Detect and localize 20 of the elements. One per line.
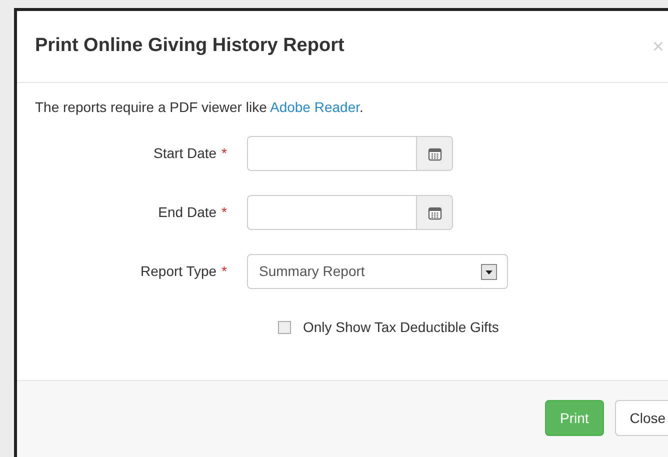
calendar-button[interactable] — [416, 137, 452, 170]
calendar-button[interactable] — [416, 196, 452, 229]
date-field[interactable] — [247, 136, 453, 171]
checkbox-label: Only Show Tax Deductible Gifts — [303, 318, 499, 337]
checkbox[interactable] — [278, 321, 291, 334]
adobe-reader-link[interactable]: Adobe Reader — [270, 99, 360, 115]
field-label: Report Type — [140, 262, 217, 281]
dialog-title: Print Online Giving History Report — [35, 34, 344, 58]
close-button[interactable]: Close — [614, 400, 668, 436]
field-label: End Date — [158, 203, 217, 222]
print-button[interactable]: Print — [545, 400, 604, 436]
required-mark: * — [222, 262, 227, 281]
field-label: Start Date — [154, 144, 217, 163]
required-mark: * — [222, 203, 227, 222]
required-mark: * — [222, 144, 227, 163]
report-type-select[interactable]: Summary Report — [247, 254, 508, 289]
date-field[interactable] — [247, 195, 453, 230]
notice-text: The reports require a PDF viewer like Adobe Reader. — [35, 98, 364, 117]
calendar-icon — [428, 146, 442, 160]
calendar-icon — [428, 206, 442, 220]
